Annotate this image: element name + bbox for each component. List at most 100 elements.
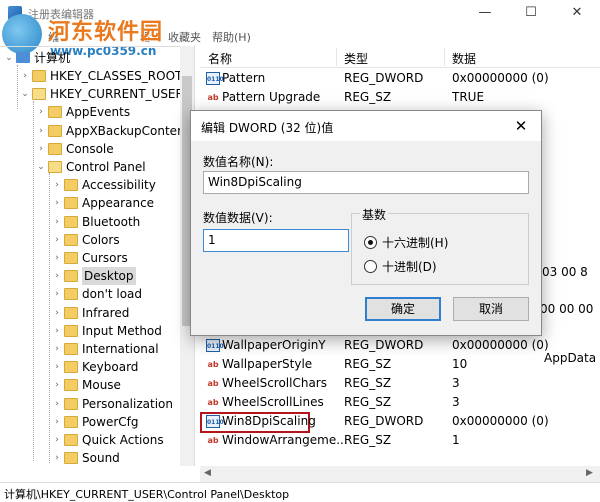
tree-item-label: Control Panel xyxy=(66,160,146,174)
chevron-right-icon[interactable]: › xyxy=(36,140,46,158)
radio-decimal[interactable] xyxy=(364,260,377,273)
chevron-right-icon[interactable]: › xyxy=(52,376,62,394)
value-data-cell: 10 xyxy=(452,357,468,371)
tree-item[interactable]: › PowerCfg xyxy=(0,413,180,431)
tree-item[interactable]: › Console xyxy=(0,140,180,158)
tree-item[interactable]: › Bluetooth xyxy=(0,213,180,231)
value-type-cell: REG_SZ xyxy=(344,357,392,371)
chevron-right-icon[interactable]: › xyxy=(52,213,62,231)
list-horizontal-scrollbar[interactable]: ◀ ▶ xyxy=(200,466,600,482)
folder-icon xyxy=(64,343,78,355)
radio-hex-label[interactable]: 十六进制(H) xyxy=(382,234,448,251)
ok-button[interactable]: 确定 xyxy=(365,297,441,321)
tree-item-label: Appearance xyxy=(82,196,155,211)
column-divider[interactable] xyxy=(444,48,445,66)
value-name-field[interactable]: Win8DpiScaling xyxy=(203,171,529,194)
dword-value-icon: 0110 xyxy=(206,415,224,428)
menu-favorites[interactable]: 收藏夹 xyxy=(168,29,201,45)
list-row[interactable]: 0110 Win8DpiScaling REG_DWORD 0x00000000 (0… xyxy=(200,412,600,433)
tree-item-label: 计算机 xyxy=(34,51,71,65)
list-row[interactable]: ab WheelScrollChars REG_SZ 3 xyxy=(200,374,600,393)
radio-decimal-label[interactable]: 十进制(D) xyxy=(382,258,437,275)
tree-item[interactable]: › Desktop xyxy=(0,267,180,286)
chevron-right-icon[interactable]: › xyxy=(36,122,46,140)
tree-item[interactable]: › HKEY_CLASSES_ROOT xyxy=(0,67,182,85)
tree-item-computer[interactable]: ⌄ 计算机 xyxy=(0,49,180,67)
folder-icon xyxy=(48,124,62,137)
chevron-right-icon[interactable]: › xyxy=(52,231,62,249)
computer-icon xyxy=(16,52,30,63)
tree-item[interactable]: › Input Method xyxy=(0,322,180,340)
column-header-name[interactable]: 名称 xyxy=(208,50,232,67)
chevron-right-icon[interactable]: › xyxy=(20,67,30,85)
maximize-button[interactable]: ☐ xyxy=(508,0,554,26)
column-header-data[interactable]: 数据 xyxy=(452,50,476,67)
tree-item[interactable]: › Colors xyxy=(0,231,180,249)
chevron-right-icon[interactable]: › xyxy=(52,449,62,466)
column-divider[interactable] xyxy=(336,48,337,66)
radio-hex[interactable] xyxy=(364,236,377,249)
menu-help[interactable]: 帮助(H) xyxy=(212,29,251,45)
tree-item[interactable]: ⌄ Control Panel xyxy=(0,158,180,176)
list-row[interactable]: 0110 WallpaperOriginY REG_DWORD 0x00000000 … xyxy=(200,336,600,355)
folder-icon xyxy=(64,452,78,465)
list-header: 名称 类型 数据 xyxy=(200,46,600,68)
dialog-close-button[interactable]: ✕ xyxy=(509,115,533,137)
chevron-down-icon[interactable]: ⌄ xyxy=(20,85,30,103)
tree-item[interactable]: › Cursors xyxy=(0,249,180,267)
chevron-right-icon[interactable]: › xyxy=(52,267,62,285)
chevron-right-icon[interactable]: › xyxy=(52,176,62,194)
tree-item[interactable]: › Keyboard xyxy=(0,358,180,376)
chevron-down-icon[interactable]: ⌄ xyxy=(4,49,14,67)
folder-icon xyxy=(64,233,78,246)
scroll-right-icon[interactable]: ▶ xyxy=(586,468,593,478)
tree-item[interactable]: › AppEvents xyxy=(0,103,180,121)
chevron-down-icon[interactable]: ⌄ xyxy=(36,158,46,176)
folder-icon xyxy=(64,288,78,301)
column-header-type[interactable]: 类型 xyxy=(344,50,368,67)
tree-item[interactable]: › don't load xyxy=(0,285,180,303)
value-data-cell: 0x00000000 (0) xyxy=(452,338,549,352)
list-row[interactable]: 0110 Pattern REG_DWORD 0x00000000 (0) xyxy=(200,69,600,88)
chevron-right-icon[interactable]: › xyxy=(52,340,62,358)
status-bar: 计算机\HKEY_CURRENT_USER\Control Panel\Desk… xyxy=(0,482,600,502)
chevron-right-icon[interactable]: › xyxy=(52,431,62,449)
chevron-right-icon[interactable]: › xyxy=(52,322,62,340)
dword-value-icon: 0110 xyxy=(206,72,224,85)
tree-item[interactable]: › Personalization xyxy=(0,395,180,413)
chevron-right-icon[interactable]: › xyxy=(52,249,62,267)
tree-item[interactable]: › Sound xyxy=(0,449,180,466)
chevron-right-icon[interactable]: › xyxy=(52,194,62,212)
minimize-button[interactable]: — xyxy=(462,0,508,26)
tree-item[interactable]: › Mouse xyxy=(0,376,180,394)
close-button[interactable]: ✕ xyxy=(554,0,600,26)
chevron-right-icon[interactable]: › xyxy=(52,285,62,303)
tree-item[interactable]: › Quick Actions xyxy=(0,431,180,449)
chevron-right-icon[interactable]: › xyxy=(52,304,62,322)
tree-item[interactable]: › Accessibility xyxy=(0,176,180,194)
chevron-right-icon[interactable]: › xyxy=(52,413,62,431)
list-row[interactable]: ab WindowArrangeme... REG_SZ 1 xyxy=(200,431,600,450)
list-row[interactable]: ab Pattern Upgrade REG_SZ TRUE xyxy=(200,88,600,107)
list-row[interactable]: ab WheelScrollLines REG_SZ 3 xyxy=(200,393,600,412)
value-data-field[interactable]: 1 xyxy=(203,229,349,252)
registry-tree[interactable]: ⌄ 计算机 › HKEY_CLASSES_ROOT ⌄ HKEY_CURRENT_US… xyxy=(0,46,194,466)
tree-item[interactable]: › International xyxy=(0,340,180,358)
list-row[interactable]: ab WallpaperStyle REG_SZ 10 xyxy=(200,355,600,374)
tree-item-label: Colors xyxy=(82,232,120,247)
chevron-right-icon[interactable]: › xyxy=(36,103,46,121)
cancel-button[interactable]: 取消 xyxy=(453,297,529,321)
tree-item[interactable]: › AppXBackupConter xyxy=(0,122,182,140)
tree-item-label: HKEY_CURRENT_USER xyxy=(50,87,184,102)
folder-icon xyxy=(48,106,62,119)
chevron-right-icon[interactable]: › xyxy=(52,358,62,376)
tree-item-label: Quick Actions xyxy=(82,433,164,447)
folder-icon xyxy=(64,179,78,192)
tree-item[interactable]: ⌄ HKEY_CURRENT_USER xyxy=(0,85,184,103)
scroll-left-icon[interactable]: ◀ xyxy=(204,468,211,478)
tree-item[interactable]: › Infrared xyxy=(0,304,180,322)
chevron-right-icon[interactable]: › xyxy=(52,395,62,413)
tree-item-label: AppEvents xyxy=(66,105,131,120)
tree-item[interactable]: › Appearance xyxy=(0,194,180,212)
value-type-cell: REG_DWORD xyxy=(344,414,424,428)
